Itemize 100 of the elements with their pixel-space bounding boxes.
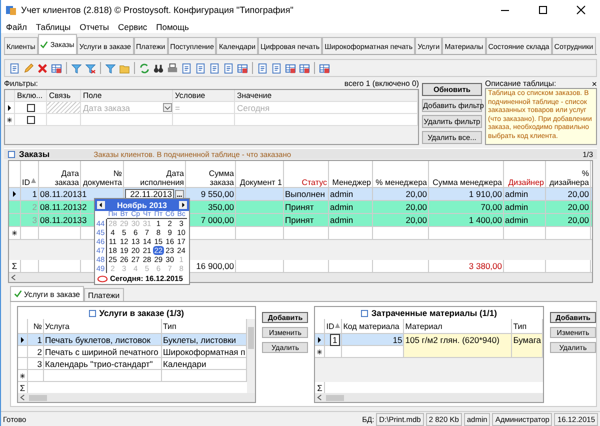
document-icon[interactable] [181,62,192,74]
scrollbar-thumb[interactable] [326,394,344,400]
current-row-icon [20,336,25,342]
column-header[interactable]: ID [326,322,334,330]
menu-item[interactable]: Помощь [156,22,189,32]
document-icon[interactable] [257,62,268,74]
delete-icon[interactable] [37,62,48,74]
sort-icon [31,178,36,183]
column-header[interactable]: Материал [405,322,442,330]
table-cell: 08.11.2013 [40,189,82,199]
table-cell: 2 [32,202,37,212]
pencil-icon[interactable] [23,62,34,74]
scrollbar-thumb[interactable] [29,394,47,400]
filter-icon[interactable] [71,62,82,74]
scrollbar-thumb[interactable] [248,327,254,349]
menu-item[interactable]: Сервис [118,22,148,32]
maximize-icon[interactable] [538,5,548,15]
check-icon [40,40,48,48]
table-cell: Бумага [513,335,542,345]
current-row-icon [12,191,17,197]
table-cell: admin [330,202,354,212]
filter-icon[interactable] [105,62,116,74]
column-header[interactable]: Дата исполнения [125,169,184,187]
panel-title: Затраченные материалы (1/1) [371,308,497,318]
ellipsis-icon[interactable] [175,190,184,198]
horizontal-scrollbar[interactable] [18,393,256,402]
previous-month-button[interactable] [97,201,105,209]
filter-remove-icon[interactable] [85,62,96,74]
table-row[interactable]: 1 15 105 г/м2 глян. (620*940) Бумага [315,334,544,346]
table-cell: 2 [37,346,42,356]
column-header[interactable]: № документа [82,169,122,187]
sum-symbol: Σ [20,382,26,392]
sum-symbol: Σ [317,382,322,392]
table-cell: 20,00 [568,202,589,212]
column-header[interactable]: Статус [302,178,327,187]
table-cell: Календари [163,358,206,368]
binoculars-icon[interactable] [153,62,164,74]
sum-symbol: Σ [12,261,18,271]
table-cell: 08.11.2013 [40,215,82,225]
column-header[interactable]: Документ 1 [240,178,282,187]
column-header[interactable]: Сумма менеджера [432,178,502,187]
close-button[interactable]: × [592,78,597,88]
horizontal-scrollbar[interactable] [315,393,544,402]
menu-item[interactable]: Отчеты [80,22,110,32]
table-icon[interactable] [285,62,296,74]
total-cell: 3 380,00 [468,261,502,271]
table-cell: 1 [37,334,42,344]
table-cell: 20,00 [568,215,589,225]
scroll-left-icon[interactable] [317,394,322,401]
table-icon[interactable] [237,62,248,74]
table-cell: admin [505,189,528,199]
checkbox[interactable] [26,104,34,112]
column-header[interactable]: Дизайнер [508,178,544,187]
column-header[interactable]: % менеджера [376,178,427,187]
column-header[interactable]: Менеджер [332,178,371,187]
table-row[interactable]: 1 08.11.20131 22.11.2013 9 550,00 Выполнен admin 20,00 1 910,00 admin 20,00 [9,188,592,201]
next-month-button[interactable] [179,201,187,209]
table-row[interactable]: 2 Печать с шириной печатного Широкоформатная п [18,346,248,358]
checkbox[interactable] [26,116,34,124]
menu-item[interactable]: Таблицы [36,22,71,32]
document-icon[interactable] [195,62,206,74]
table-icon[interactable] [51,62,62,74]
column-header[interactable]: № [33,322,42,330]
table-cell: Широкоформатная п [163,346,246,356]
table-cell: 70,00 [480,202,502,212]
column-header[interactable]: Тип [163,322,176,330]
table-cell: 105 г/м2 глян. (620*940) [405,335,500,345]
document-icon[interactable] [271,62,282,74]
today-icon [97,274,108,282]
document-icon[interactable] [209,62,220,74]
document-icon[interactable] [223,62,234,74]
table-row[interactable]: 3 Календарь "трио-стандарт" Календари [18,358,248,370]
close-icon[interactable] [576,5,586,15]
table-cell: 1 910,00 [468,189,502,199]
column-header[interactable]: % дизайнера [547,169,589,187]
column-header[interactable]: Дата заказа [40,169,79,187]
date-input[interactable]: 22.11.2013 [125,188,174,200]
column-header[interactable]: Услуга [45,322,70,330]
table-cell: 3 [37,358,42,368]
menu-item[interactable]: Файл [6,22,27,32]
table-row[interactable]: 1 Печать буклетов, листовок Буклеты, листовки [18,334,248,346]
column-header[interactable]: Сумма заказа [187,169,234,187]
table-icon[interactable] [319,62,330,74]
dropdown-arrow-icon[interactable] [163,103,172,112]
table-cell: 350,00 [208,202,234,212]
new-row-icon [20,372,25,378]
vertical-scrollbar[interactable] [247,319,256,393]
table-icon[interactable] [299,62,310,74]
table-cell: Буклеты, листовки [163,334,236,344]
table-icon [361,310,368,316]
table-icon [89,310,96,316]
document-icon[interactable] [9,62,20,74]
column-header[interactable]: ID [22,178,36,187]
column-header[interactable]: Тип [513,322,527,330]
printer-icon[interactable] [167,62,178,74]
column-header[interactable]: Код материала [343,322,400,330]
scroll-left-icon[interactable] [20,394,25,401]
folder-icon[interactable] [119,62,130,74]
scroll-left-icon[interactable] [11,274,16,281]
table-cell: Сегодня [235,102,418,113]
